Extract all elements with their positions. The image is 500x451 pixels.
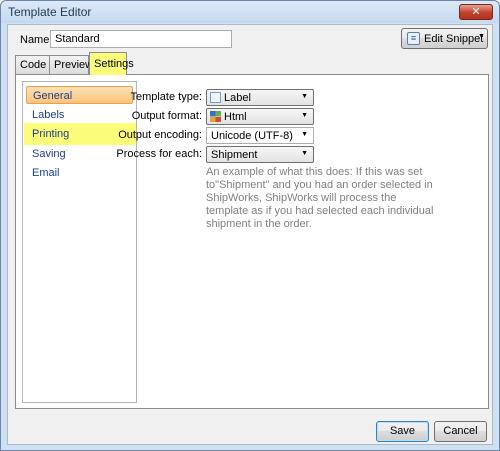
process-for-each-value: Shipment bbox=[211, 149, 258, 161]
chevron-down-icon: ▼ bbox=[301, 131, 308, 138]
close-icon: ✕ bbox=[471, 6, 481, 18]
title-bar[interactable]: Template Editor ✕ bbox=[1, 1, 499, 23]
process-for-each-label: Process for each: bbox=[116, 148, 202, 160]
template-type-label: Template type: bbox=[130, 91, 202, 103]
output-encoding-value: Unicode (UTF-8) bbox=[211, 130, 293, 142]
html-icon bbox=[210, 111, 221, 122]
save-button[interactable]: Save bbox=[376, 421, 429, 442]
settings-panel: General Labels Printing Saving Email Tem… bbox=[15, 74, 489, 409]
name-label: Name: bbox=[20, 34, 53, 46]
sidebar-item-email[interactable]: Email bbox=[26, 164, 133, 182]
name-input[interactable] bbox=[50, 30, 232, 48]
output-encoding-label: Output encoding: bbox=[118, 129, 202, 141]
output-format-label: Output format: bbox=[131, 110, 202, 122]
output-format-dropdown[interactable]: Html ▼ bbox=[206, 108, 314, 125]
tab-settings[interactable]: Settings bbox=[89, 52, 134, 75]
output-format-value: Html bbox=[224, 111, 247, 123]
cancel-button[interactable]: Cancel bbox=[434, 421, 487, 442]
chevron-down-icon: ▼ bbox=[301, 112, 308, 119]
chevron-down-icon: ▼ bbox=[301, 93, 308, 100]
chevron-down-icon: ▼ bbox=[478, 33, 485, 40]
dialog-body: Name: ≡ Edit Snippet ▼ Code Preview Sett… bbox=[7, 24, 493, 445]
tab-code[interactable]: Code bbox=[15, 55, 50, 74]
output-encoding-dropdown[interactable]: Unicode (UTF-8) ▼ bbox=[206, 127, 314, 144]
edit-snippet-label: Edit Snippet bbox=[424, 33, 484, 45]
tab-preview[interactable]: Preview bbox=[49, 55, 93, 74]
process-help-text: An example of what this does: If this wa… bbox=[206, 166, 434, 230]
snippet-icon: ≡ bbox=[407, 32, 420, 45]
close-button[interactable]: ✕ bbox=[459, 4, 493, 20]
chevron-down-icon: ▼ bbox=[301, 150, 308, 157]
edit-snippet-button[interactable]: ≡ Edit Snippet ▼ bbox=[401, 28, 488, 49]
template-type-dropdown[interactable]: Label ▼ bbox=[206, 89, 314, 106]
template-type-value: Label bbox=[224, 92, 251, 104]
label-icon bbox=[210, 92, 221, 103]
process-for-each-dropdown[interactable]: Shipment ▼ bbox=[206, 146, 314, 163]
window-title: Template Editor bbox=[8, 5, 92, 19]
template-editor-window: Template Editor ✕ Name: ≡ Edit Snippet ▼… bbox=[0, 0, 500, 451]
